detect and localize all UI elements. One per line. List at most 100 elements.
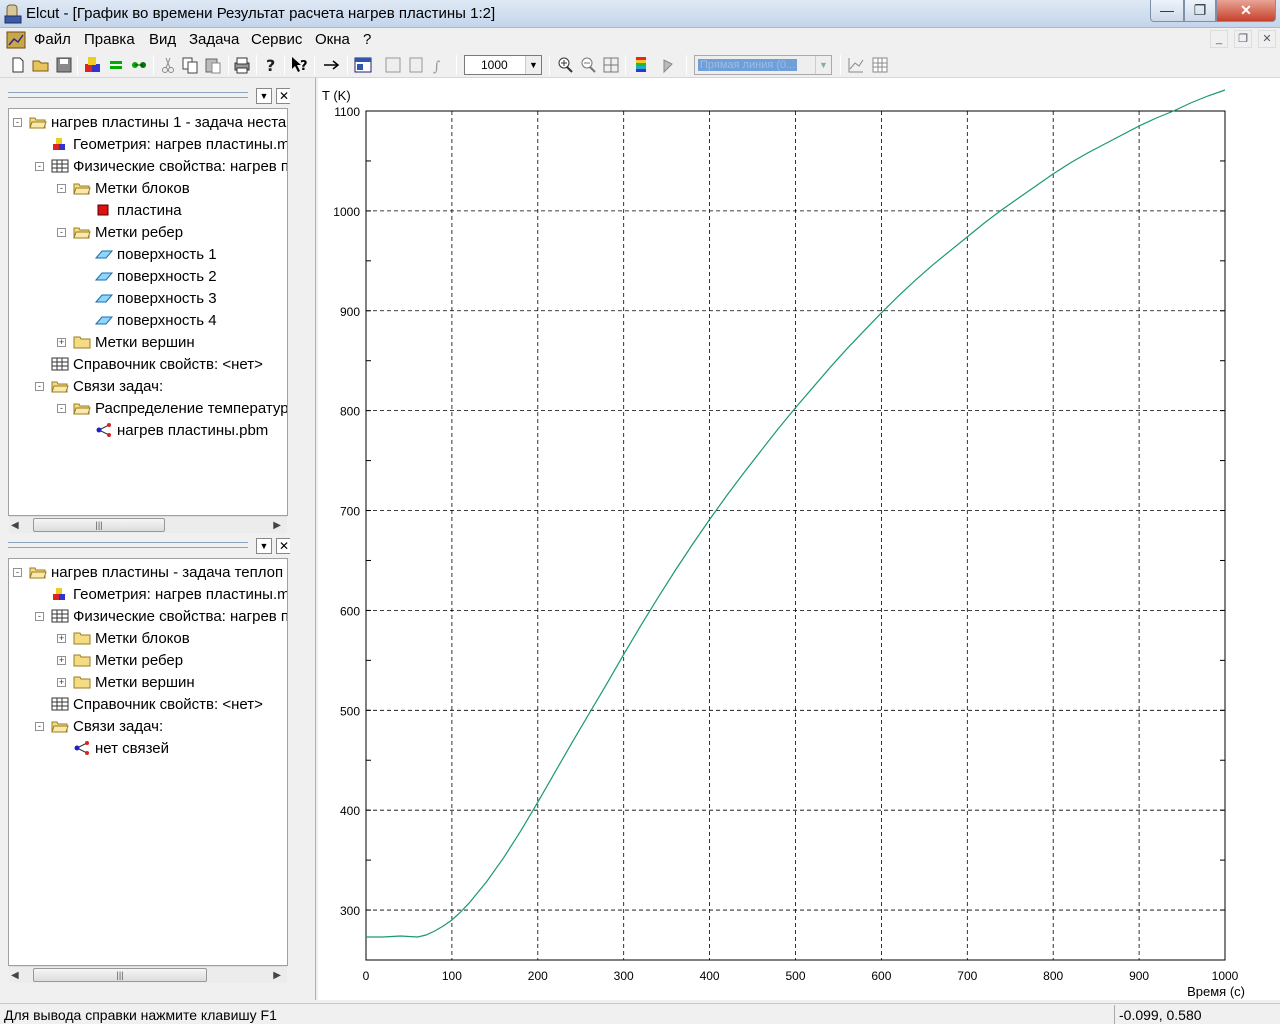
tree-node[interactable]: - Распределение температур xyxy=(9,398,287,420)
tree-node[interactable]: - Связи задач: xyxy=(9,716,287,738)
zoom-out-icon[interactable] xyxy=(578,55,598,75)
mdi-close-button[interactable]: ✕ xyxy=(1258,30,1276,48)
scroll-right-icon[interactable]: ▶ xyxy=(273,520,281,531)
zoom-combobox[interactable]: 1000 ▼ xyxy=(464,55,542,75)
expand-icon[interactable]: + xyxy=(57,656,66,665)
arrow-right-icon[interactable] xyxy=(321,55,341,75)
table-grid-icon[interactable] xyxy=(870,55,890,75)
save-icon[interactable] xyxy=(54,55,74,75)
mdi-restore-button[interactable]: ❐ xyxy=(1234,30,1252,48)
collapse-icon[interactable]: - xyxy=(57,184,66,193)
expand-icon[interactable]: + xyxy=(57,634,66,643)
tree-node[interactable]: + Метки ребер xyxy=(9,650,287,672)
menu-service[interactable]: Сервис xyxy=(251,31,302,48)
tree-node[interactable]: + Метки вершин xyxy=(9,672,287,694)
collapse-icon[interactable]: - xyxy=(35,722,44,731)
tree-node[interactable]: - Физические свойства: нагрев п xyxy=(9,606,287,628)
link-icon xyxy=(96,423,111,437)
tree-node[interactable]: - Метки ребер xyxy=(9,222,287,244)
collapse-icon[interactable]: - xyxy=(13,568,22,577)
pane-grip[interactable] xyxy=(8,92,248,98)
scroll-right-icon[interactable]: ▶ xyxy=(273,970,281,981)
zoom-fit-icon[interactable] xyxy=(601,55,621,75)
collapse-icon[interactable]: - xyxy=(57,228,66,237)
menu-view[interactable]: Вид xyxy=(149,31,176,48)
copy-icon[interactable] xyxy=(180,55,200,75)
chevron-down-icon[interactable]: ▼ xyxy=(815,56,831,74)
new-file-icon[interactable] xyxy=(8,55,28,75)
tree-node[interactable]: - Физические свойства: нагрев п xyxy=(9,156,287,178)
print-icon[interactable] xyxy=(232,55,252,75)
restore-button[interactable]: ❐ xyxy=(1184,0,1216,22)
tree-node[interactable]: - нагрев пластины - задача теплоп xyxy=(9,562,287,584)
tree-node[interactable]: Справочник свойств: <нет> xyxy=(9,354,287,376)
integral-icon[interactable]: ∫ xyxy=(429,55,449,75)
scroll-thumb[interactable]: ||| xyxy=(33,518,165,532)
tree-node[interactable]: поверхность 3 xyxy=(9,288,287,310)
mdi-minimize-button[interactable]: _ xyxy=(1210,30,1228,48)
collapse-icon[interactable]: - xyxy=(57,404,66,413)
tree-node[interactable]: нагрев пластины.pbm xyxy=(9,420,287,442)
bottom-pane-scrollbar[interactable]: ◀ ||| ▶ xyxy=(9,966,287,983)
chevron-down-icon[interactable]: ▼ xyxy=(525,56,541,74)
time-plot-chart[interactable]: 0 100 200 300 400 500 600 700 800 900 1000 300 400 50… xyxy=(318,78,1280,1000)
tree-node[interactable]: поверхность 4 xyxy=(9,310,287,332)
line-type-combobox[interactable]: Прямая линия (0... ▼ xyxy=(694,55,832,75)
cursor-tool-icon[interactable] xyxy=(660,55,680,75)
top-pane-scrollbar[interactable]: ◀ ||| ▶ xyxy=(9,516,287,533)
x-tick-label: 500 xyxy=(785,969,805,983)
collapse-icon[interactable]: - xyxy=(35,162,44,171)
tree-node[interactable]: нет связей xyxy=(9,738,287,760)
tree-node[interactable]: + Метки блоков xyxy=(9,628,287,650)
document-icon[interactable] xyxy=(6,31,26,49)
link-icon[interactable] xyxy=(129,55,149,75)
pane-dropdown-button[interactable]: ▼ xyxy=(256,538,272,554)
collapse-icon[interactable]: - xyxy=(13,118,22,127)
pane-splitter[interactable] xyxy=(290,78,316,1000)
tree-node[interactable]: Справочник свойств: <нет> xyxy=(9,694,287,716)
pane-grip[interactable] xyxy=(8,542,248,548)
geometry-icon[interactable] xyxy=(83,55,103,75)
scroll-left-icon[interactable]: ◀ xyxy=(11,520,19,531)
folder-closed-icon xyxy=(73,632,91,645)
elcut-app-icon[interactable] xyxy=(4,4,22,24)
paste-icon[interactable] xyxy=(203,55,223,75)
cut-icon[interactable] xyxy=(158,55,178,75)
window-layout-icon[interactable] xyxy=(353,55,373,75)
report-icon[interactable] xyxy=(406,55,426,75)
context-help-icon[interactable]: ? xyxy=(289,55,309,75)
color-scale-icon[interactable] xyxy=(631,55,651,75)
expand-icon[interactable]: + xyxy=(57,338,66,347)
menu-windows[interactable]: Окна xyxy=(315,31,350,48)
menu-help[interactable]: ? xyxy=(363,31,371,48)
tree-node[interactable]: - Метки блоков xyxy=(9,178,287,200)
tree-node[interactable]: - нагрев пластины 1 - задача неста xyxy=(9,112,287,134)
pane-dropdown-button[interactable]: ▼ xyxy=(256,88,272,104)
zoom-in-icon[interactable] xyxy=(555,55,575,75)
minimize-button[interactable]: — xyxy=(1150,0,1184,22)
expand-icon[interactable]: + xyxy=(57,678,66,687)
tree-node[interactable]: Геометрия: нагрев пластины.m xyxy=(9,584,287,606)
close-button[interactable]: ✕ xyxy=(1216,0,1276,22)
scroll-thumb[interactable]: ||| xyxy=(33,968,207,982)
menu-edit[interactable]: Правка xyxy=(84,31,135,48)
scroll-left-icon[interactable]: ◀ xyxy=(11,970,19,981)
open-folder-icon[interactable] xyxy=(31,55,51,75)
properties-icon[interactable] xyxy=(106,55,126,75)
menu-file[interactable]: Файл xyxy=(34,31,71,48)
collapse-icon[interactable]: - xyxy=(35,382,44,391)
tree-node[interactable]: + Метки вершин xyxy=(9,332,287,354)
tree-node[interactable]: поверхность 1 xyxy=(9,244,287,266)
folder-open-icon xyxy=(29,567,47,579)
menu-task[interactable]: Задача xyxy=(189,31,239,48)
chart-area[interactable]: 0 100 200 300 400 500 600 700 800 900 1000 300 400 50… xyxy=(318,78,1280,1000)
tree-node[interactable]: пластина xyxy=(9,200,287,222)
tree-node[interactable]: поверхность 2 xyxy=(9,266,287,288)
tree-node[interactable]: - Связи задач: xyxy=(9,376,287,398)
window-title: Elcut - [График во времени Результат рас… xyxy=(26,5,496,22)
collapse-icon[interactable]: - xyxy=(35,612,44,621)
help-icon[interactable]: ? xyxy=(261,55,281,75)
table-view-icon[interactable] xyxy=(383,55,403,75)
plot-graph-icon[interactable] xyxy=(846,55,866,75)
tree-node[interactable]: Геометрия: нагрев пластины.m xyxy=(9,134,287,156)
